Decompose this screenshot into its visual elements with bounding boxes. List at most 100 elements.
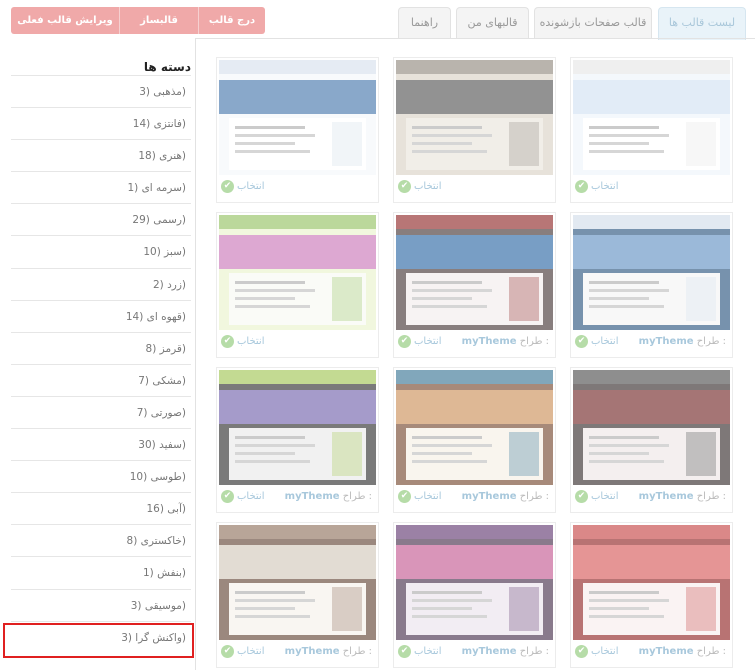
- category-item[interactable]: (آبی (16: [11, 492, 191, 524]
- template-card[interactable]: ✔ انتخاب myTheme طراح :: [570, 522, 733, 668]
- designer-name-link[interactable]: myTheme: [639, 646, 694, 657]
- designer-name-link[interactable]: myTheme: [462, 646, 517, 657]
- category-item[interactable]: (رسمی (29: [11, 203, 191, 235]
- template-thumbnail[interactable]: [219, 60, 376, 175]
- template-thumbnail[interactable]: [573, 525, 730, 640]
- category-item[interactable]: (طوسی (10: [11, 460, 191, 492]
- template-card-footer: ✔ انتخاب myTheme طراح :: [398, 333, 551, 353]
- designer-credit: myTheme طراح :: [462, 491, 549, 502]
- select-template-button[interactable]: ✔ انتخاب: [398, 645, 442, 658]
- insert-template-button[interactable]: درج قالب: [199, 7, 265, 34]
- template-card[interactable]: ✔ انتخاب myTheme طراح :: [570, 212, 733, 358]
- check-icon: ✔: [398, 335, 411, 348]
- designer-credit: myTheme طراح :: [285, 491, 372, 502]
- template-thumbnail[interactable]: [219, 525, 376, 640]
- tab-my-templates[interactable]: قالبهای من: [456, 7, 529, 39]
- category-item[interactable]: (فانتزی (14: [11, 107, 191, 139]
- select-label: انتخاب: [591, 491, 619, 502]
- check-icon: ✔: [575, 335, 588, 348]
- designer-name-link[interactable]: myTheme: [462, 491, 517, 502]
- designer-prefix: طراح :: [696, 491, 726, 502]
- category-item[interactable]: (مذهبی (3: [11, 75, 191, 107]
- designer-name-link[interactable]: myTheme: [462, 336, 517, 347]
- select-template-button[interactable]: ✔ انتخاب: [575, 335, 619, 348]
- template-thumbnail[interactable]: [573, 60, 730, 175]
- template-thumbnail[interactable]: [396, 60, 553, 175]
- category-item[interactable]: (سبز (10: [11, 235, 191, 267]
- check-icon: ✔: [575, 180, 588, 193]
- template-card-footer: ✔ انتخاب myTheme طراح :: [575, 488, 728, 508]
- category-item[interactable]: (مشکی (7: [11, 363, 191, 396]
- category-item[interactable]: (قرمز (8: [11, 331, 191, 364]
- category-item[interactable]: (سرمه ای (1: [11, 171, 191, 203]
- designer-prefix: طراح :: [696, 646, 726, 657]
- select-template-button[interactable]: ✔ انتخاب: [575, 645, 619, 658]
- template-thumbnail[interactable]: [219, 215, 376, 330]
- template-thumbnail[interactable]: [396, 525, 553, 640]
- template-card[interactable]: ✔ انتخاب: [216, 57, 379, 203]
- tab-help[interactable]: راهنما: [398, 7, 451, 39]
- category-item[interactable]: (بنفش (1: [11, 556, 191, 588]
- template-thumbnail[interactable]: [219, 370, 376, 485]
- template-card[interactable]: ✔ انتخاب myTheme طراح :: [216, 367, 379, 513]
- select-template-button[interactable]: ✔ انتخاب: [221, 335, 265, 348]
- designer-name-link[interactable]: myTheme: [639, 491, 694, 502]
- category-label: (صورتی (7: [136, 406, 186, 419]
- designer-name-link[interactable]: myTheme: [639, 336, 694, 347]
- template-card-footer: ✔ انتخاب: [221, 333, 374, 353]
- tab-template-list[interactable]: لیست قالب ها: [658, 7, 746, 40]
- check-icon: ✔: [575, 490, 588, 503]
- template-card-footer: ✔ انتخاب myTheme طراح :: [398, 643, 551, 663]
- category-item[interactable]: (خاکستری (8: [11, 524, 191, 556]
- template-card[interactable]: ✔ انتخاب: [393, 57, 556, 203]
- designer-prefix: طراح :: [519, 491, 549, 502]
- template-builder-button[interactable]: قالبساز: [120, 7, 199, 34]
- select-template-button[interactable]: ✔ انتخاب: [575, 490, 619, 503]
- template-thumbnail[interactable]: [573, 370, 730, 485]
- category-item[interactable]: (قهوه ای (14: [11, 299, 191, 332]
- select-template-button[interactable]: ✔ انتخاب: [221, 645, 265, 658]
- select-template-button[interactable]: ✔ انتخاب: [575, 180, 619, 193]
- category-item[interactable]: (صورتی (7: [11, 395, 191, 428]
- tab-popup-page-templates[interactable]: قالب صفحات بازشونده: [534, 7, 652, 39]
- category-label: (قهوه ای (14: [125, 310, 186, 323]
- template-card[interactable]: ✔ انتخاب: [570, 57, 733, 203]
- template-thumbnail[interactable]: [396, 215, 553, 330]
- select-template-button[interactable]: ✔ انتخاب: [221, 180, 265, 193]
- category-label: (قرمز (8: [145, 342, 186, 355]
- template-card[interactable]: ✔ انتخاب myTheme طراح :: [393, 522, 556, 668]
- template-card[interactable]: ✔ انتخاب: [216, 212, 379, 358]
- designer-credit: myTheme طراح :: [462, 336, 549, 347]
- template-card-footer: ✔ انتخاب myTheme طراح :: [221, 643, 374, 663]
- highlight-box: [3, 623, 194, 658]
- template-card[interactable]: ✔ انتخاب myTheme طراح :: [393, 367, 556, 513]
- template-card[interactable]: ✔ انتخاب myTheme طراح :: [216, 522, 379, 668]
- categories-title: دسته ها: [143, 60, 191, 74]
- select-template-button[interactable]: ✔ انتخاب: [221, 490, 265, 503]
- designer-name-link[interactable]: myTheme: [285, 491, 340, 502]
- category-item[interactable]: (موسیقی (3: [11, 588, 191, 621]
- select-template-button[interactable]: ✔ انتخاب: [398, 490, 442, 503]
- category-item[interactable]: (سفید (30: [11, 428, 191, 460]
- template-thumbnail[interactable]: [573, 215, 730, 330]
- template-card[interactable]: ✔ انتخاب myTheme طراح :: [570, 367, 733, 513]
- category-item[interactable]: (هنری (18: [11, 139, 191, 171]
- edit-current-template-button[interactable]: ویرایش قالب فعلی: [11, 7, 120, 34]
- check-icon: ✔: [221, 645, 234, 658]
- template-card[interactable]: ✔ انتخاب myTheme طراح :: [393, 212, 556, 358]
- check-icon: ✔: [398, 180, 411, 193]
- check-icon: ✔: [575, 645, 588, 658]
- select-label: انتخاب: [414, 181, 442, 192]
- template-card-footer: ✔ انتخاب myTheme طراح :: [221, 488, 374, 508]
- template-thumbnail[interactable]: [396, 370, 553, 485]
- template-card-footer: ✔ انتخاب: [575, 178, 728, 198]
- select-template-button[interactable]: ✔ انتخاب: [398, 180, 442, 193]
- top-action-buttons: ویرایش قالب فعلی قالبساز درج قالب: [11, 7, 265, 34]
- designer-credit: myTheme طراح :: [639, 336, 726, 347]
- designer-credit: myTheme طراح :: [462, 646, 549, 657]
- designer-name-link[interactable]: myTheme: [285, 646, 340, 657]
- designer-prefix: طراح :: [342, 646, 372, 657]
- template-card-footer: ✔ انتخاب: [221, 178, 374, 198]
- category-item[interactable]: (زرد (2: [11, 267, 191, 300]
- select-template-button[interactable]: ✔ انتخاب: [398, 335, 442, 348]
